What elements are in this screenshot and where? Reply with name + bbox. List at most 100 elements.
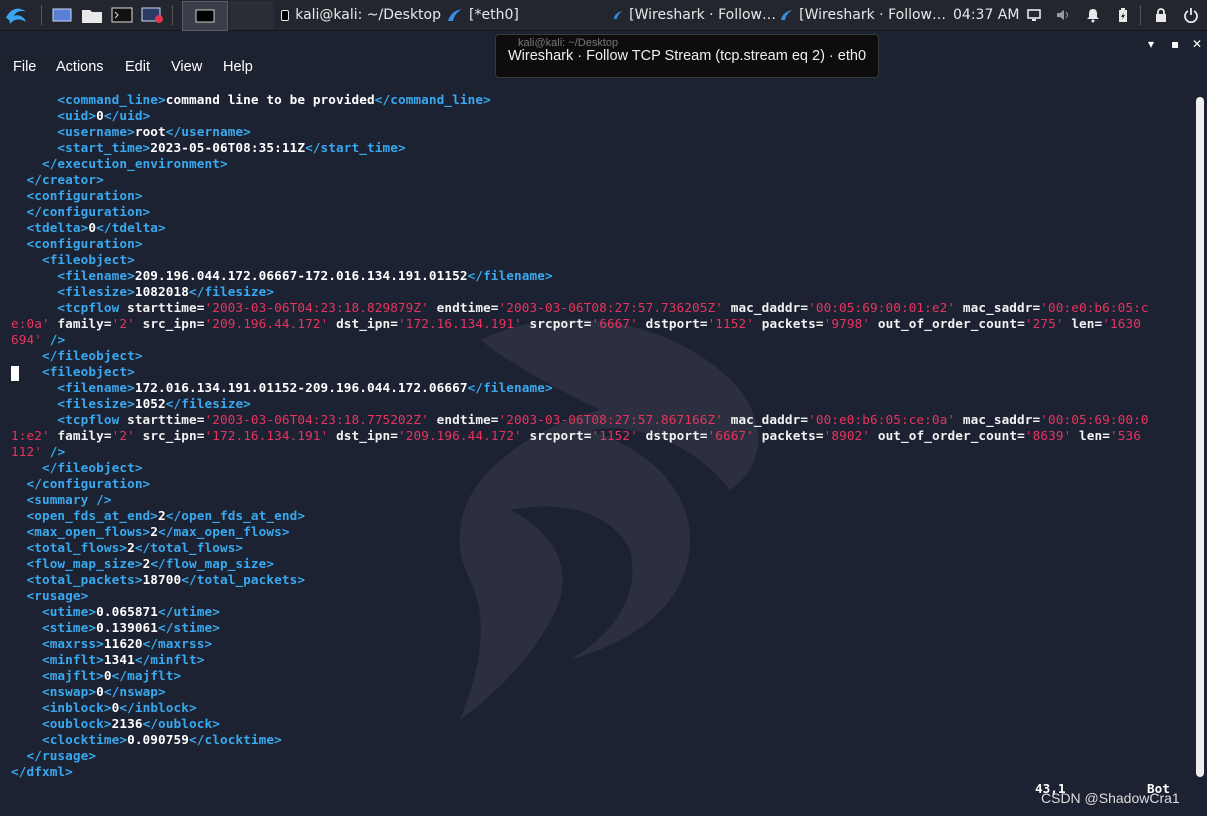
terminal-text-segment: </utime> xyxy=(158,604,220,619)
terminal-text-segment: packets= xyxy=(754,428,824,443)
terminal-text-segment: 2 xyxy=(127,540,135,555)
terminal-text-segment: </filename> xyxy=(467,268,553,283)
terminal-text-segment: <fileobject> xyxy=(11,364,135,379)
clock[interactable]: 04:37 AM xyxy=(953,0,1019,30)
menu-edit[interactable]: Edit xyxy=(125,59,150,75)
show-desktop-icon[interactable] xyxy=(52,0,72,30)
workspace-2-button[interactable] xyxy=(230,1,274,29)
terminal-line: </rusage> xyxy=(11,748,1191,764)
terminal-output[interactable]: <command_line>command line to be provide… xyxy=(11,92,1191,780)
terminal-text-segment: <flow_map_size> xyxy=(11,556,143,571)
task-label: [*eth0] xyxy=(469,7,519,23)
terminal-text-segment: <maxrss> xyxy=(11,636,104,651)
task-wireshark-follow-2[interactable]: [Wireshark · Follow… xyxy=(780,0,946,30)
wireshark-icon xyxy=(448,9,462,21)
terminal-text-segment: <total_packets> xyxy=(11,572,143,587)
terminal-text-segment: '00:05:69:00:0 xyxy=(1040,412,1149,427)
window-tooltip: kali@kali: ~/Desktop Wireshark · Follow … xyxy=(495,34,879,78)
terminal-text-segment: </filename> xyxy=(467,380,553,395)
text-cursor xyxy=(11,366,19,381)
terminal-text-segment: 209.196.044.172.06667-172.016.134.191.01… xyxy=(134,268,468,283)
terminal-text-segment: <open_fds_at_end> xyxy=(11,508,159,523)
file-manager-icon[interactable] xyxy=(81,0,103,30)
workspace-1-button[interactable] xyxy=(182,1,228,31)
screen-recorder-icon[interactable] xyxy=(141,0,165,30)
volume-icon[interactable] xyxy=(1055,7,1071,23)
menu-help[interactable]: Help xyxy=(223,59,253,75)
terminal-line: <tdelta>0</tdelta> xyxy=(11,220,1191,236)
terminal-text-segment: 1341 xyxy=(103,652,135,667)
terminal-text-segment: command line to be provided xyxy=(165,92,375,107)
terminal-text-segment: out_of_order_count= xyxy=(870,316,1025,331)
menu-file[interactable]: File xyxy=(13,59,36,75)
task-wireshark-eth0[interactable]: [*eth0] xyxy=(447,0,607,30)
terminal-text-segment: '209.196.44.172' xyxy=(204,316,329,331)
terminal-text-segment: </fileobject> xyxy=(11,460,143,475)
terminal-text-segment: len= xyxy=(1063,316,1103,331)
terminal-text-segment: '275' xyxy=(1024,316,1064,331)
terminal-text-segment: '00:e0:b6:05:ce:0a' xyxy=(808,412,956,427)
terminal-text-segment: out_of_order_count= xyxy=(870,428,1025,443)
notification-bell-icon[interactable] xyxy=(1085,7,1101,23)
csdn-watermark: CSDN @ShadowCra1 xyxy=(1041,790,1180,806)
terminal-line: <inblock>0</inblock> xyxy=(11,700,1191,716)
terminal-text-segment: '536 xyxy=(1110,428,1141,443)
terminal-line: <filesize>1052</filesize> xyxy=(11,396,1191,412)
terminal-launcher-icon[interactable] xyxy=(111,0,133,30)
terminal-text-segment: </execution_environment> xyxy=(11,156,228,171)
terminal-text-segment: '6667' xyxy=(707,428,754,443)
terminal-text-segment: mac_daddr= xyxy=(722,300,809,315)
battery-icon[interactable] xyxy=(1115,7,1131,23)
terminal-text-segment: </max_open_flows> xyxy=(158,524,290,539)
terminal-line: </execution_environment> xyxy=(11,156,1191,172)
task-label: [Wireshark · Follow… xyxy=(629,7,776,23)
terminal-text-segment: starttime= xyxy=(127,300,205,315)
terminal-text-segment: </total_packets> xyxy=(181,572,306,587)
terminal-text-segment: dst_ipn= xyxy=(328,316,398,331)
task-terminal[interactable]: kali@kali: ~/Desktop xyxy=(281,0,441,30)
terminal-text-segment: packets= xyxy=(754,316,824,331)
kali-menu-icon[interactable] xyxy=(4,0,30,30)
terminal-text-segment: src_ipn= xyxy=(134,428,205,443)
wireshark-icon xyxy=(613,11,623,19)
minimize-button[interactable]: ▾ xyxy=(1148,37,1154,51)
panel-separator xyxy=(41,5,42,25)
terminal-text-segment: <minflt> xyxy=(11,652,104,667)
terminal-text-segment: '6667' xyxy=(591,316,638,331)
terminal-text-segment: '2' xyxy=(111,316,135,331)
terminal-text-segment: </inblock> xyxy=(119,700,197,715)
menu-actions[interactable]: Actions xyxy=(56,59,104,75)
terminal-text-segment: </minflt> xyxy=(134,652,205,667)
terminal-text-segment: 11620 xyxy=(103,636,143,651)
terminal-line: 694' /> xyxy=(11,332,1191,348)
maximize-button[interactable]: ▪ xyxy=(1171,37,1179,51)
terminal-text-segment: '209.196.44.172' xyxy=(397,428,522,443)
terminal-line: <start_time>2023-05-06T08:35:11Z</start_… xyxy=(11,140,1191,156)
scrollbar[interactable] xyxy=(1196,97,1204,777)
terminal-text-segment: </creator> xyxy=(11,172,104,187)
power-icon[interactable] xyxy=(1183,7,1199,23)
display-icon[interactable] xyxy=(1026,7,1042,23)
terminal-text-segment: <majflt> xyxy=(11,668,104,683)
terminal-text-segment: <rusage> xyxy=(11,588,89,603)
close-button[interactable]: ✕ xyxy=(1192,37,1202,51)
task-wireshark-follow-1[interactable]: [Wireshark · Follow… xyxy=(613,0,776,30)
terminal-text-segment: 0.065871 xyxy=(96,604,159,619)
terminal-line: 1:e2' family='2' src_ipn='172.16.134.191… xyxy=(11,428,1191,444)
terminal-text-segment: <total_flows> xyxy=(11,540,128,555)
terminal-text-segment: <summary /> xyxy=(11,492,112,507)
terminal-line: <configuration> xyxy=(11,236,1191,252)
terminal-line: <total_packets>18700</total_packets> xyxy=(11,572,1191,588)
terminal-text-segment: </fileobject> xyxy=(11,348,143,363)
terminal-text-segment: '8902' xyxy=(823,428,871,443)
terminal-text-segment: <start_time> xyxy=(11,140,151,155)
terminal-text-segment: <filesize> xyxy=(11,396,135,411)
terminal-text-segment: starttime= xyxy=(127,412,205,427)
terminal-text-segment: mac_saddr= xyxy=(955,300,1041,315)
menu-view[interactable]: View xyxy=(171,59,202,75)
terminal-line: <stime>0.139061</stime> xyxy=(11,620,1191,636)
terminal-text-segment: </start_time> xyxy=(305,140,406,155)
terminal-line: <tcpflow starttime='2003-03-06T04:23:18.… xyxy=(11,300,1191,316)
lock-icon[interactable] xyxy=(1153,7,1169,23)
terminal-text-segment: '8639' xyxy=(1024,428,1072,443)
